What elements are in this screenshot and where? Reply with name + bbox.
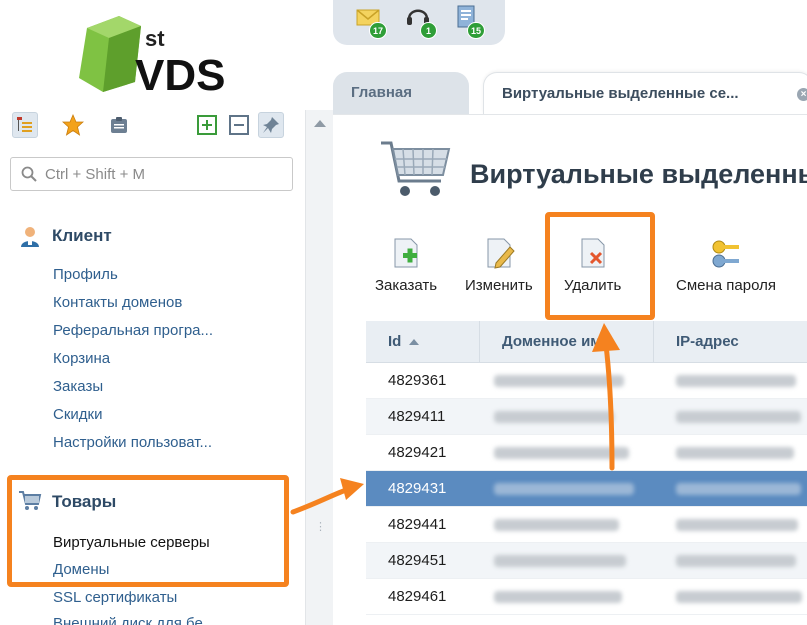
arrow-to-delete-button	[603, 342, 615, 471]
arrow-to-selected-row	[290, 487, 349, 515]
annotation-arrows	[290, 323, 620, 515]
arrow-head-right-icon	[340, 478, 364, 500]
arrow-head-up-icon	[592, 323, 620, 352]
